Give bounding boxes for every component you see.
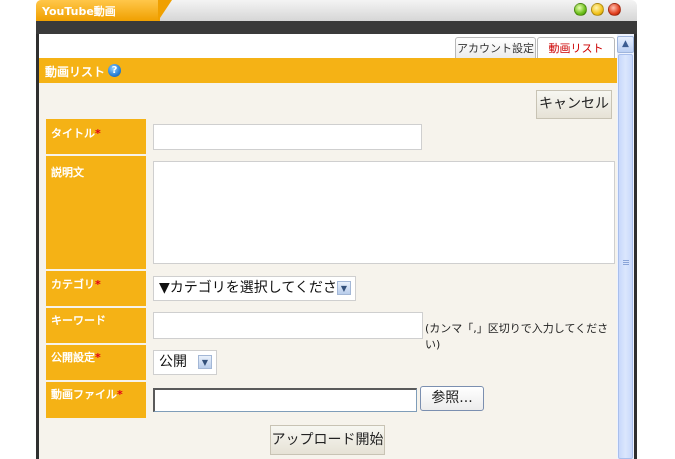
window-title: YouTube動画 <box>42 5 116 18</box>
section-header: 動画リスト ? <box>39 58 617 83</box>
help-icon[interactable]: ? <box>108 64 121 77</box>
required-mark: * <box>95 127 101 140</box>
window-header-strip <box>36 21 637 34</box>
file-label: 動画ファイル* <box>46 382 146 418</box>
category-select[interactable]: ▼カテゴリを選択してください ▼ <box>153 276 356 301</box>
title-tab: YouTube動画 <box>36 0 160 21</box>
title-label: タイトル* <box>46 119 146 154</box>
tab-video-list[interactable]: 動画リスト <box>537 37 615 58</box>
description-label: 説明文 <box>46 156 146 269</box>
visibility-label: 公開設定* <box>46 345 146 380</box>
upload-start-button[interactable]: アップロード開始 <box>270 425 385 455</box>
scroll-up-arrow-icon[interactable]: ▲ <box>617 36 634 53</box>
window-content: アカウント設定 動画リスト 動画リスト ? キャンセル タイトル* 説明文 カテ… <box>39 34 617 459</box>
tab-account-settings[interactable]: アカウント設定 <box>455 37 536 58</box>
scrollbar-thumb[interactable] <box>618 54 633 459</box>
section-title: 動画リスト <box>45 65 106 79</box>
category-select-value: ▼カテゴリを選択してください <box>159 280 351 296</box>
chevron-down-icon: ▼ <box>198 355 212 369</box>
vertical-scrollbar[interactable]: ▲ <box>617 34 634 459</box>
visibility-select[interactable]: 公開 ▼ <box>153 350 217 375</box>
browse-button[interactable]: 参照... <box>420 386 484 411</box>
grip-icon <box>623 260 629 266</box>
close-button[interactable] <box>608 3 621 16</box>
minimize-button[interactable] <box>574 3 587 16</box>
keyword-hint: (カンマ「,」区切りで入力してください) <box>425 322 609 351</box>
category-label: カテゴリ* <box>46 271 146 306</box>
file-path-input[interactable] <box>153 388 417 412</box>
window-titlebar: YouTube動画 <box>36 0 637 21</box>
visibility-select-value: 公開 <box>159 354 187 370</box>
keyword-input[interactable] <box>153 312 423 339</box>
cancel-button[interactable]: キャンセル <box>536 90 612 119</box>
description-textarea[interactable] <box>153 161 615 264</box>
keyword-label: キーワード <box>46 308 146 343</box>
maximize-button[interactable] <box>591 3 604 16</box>
chevron-down-icon: ▼ <box>337 281 351 295</box>
window-frame-right <box>634 34 637 459</box>
title-input[interactable] <box>153 124 422 150</box>
